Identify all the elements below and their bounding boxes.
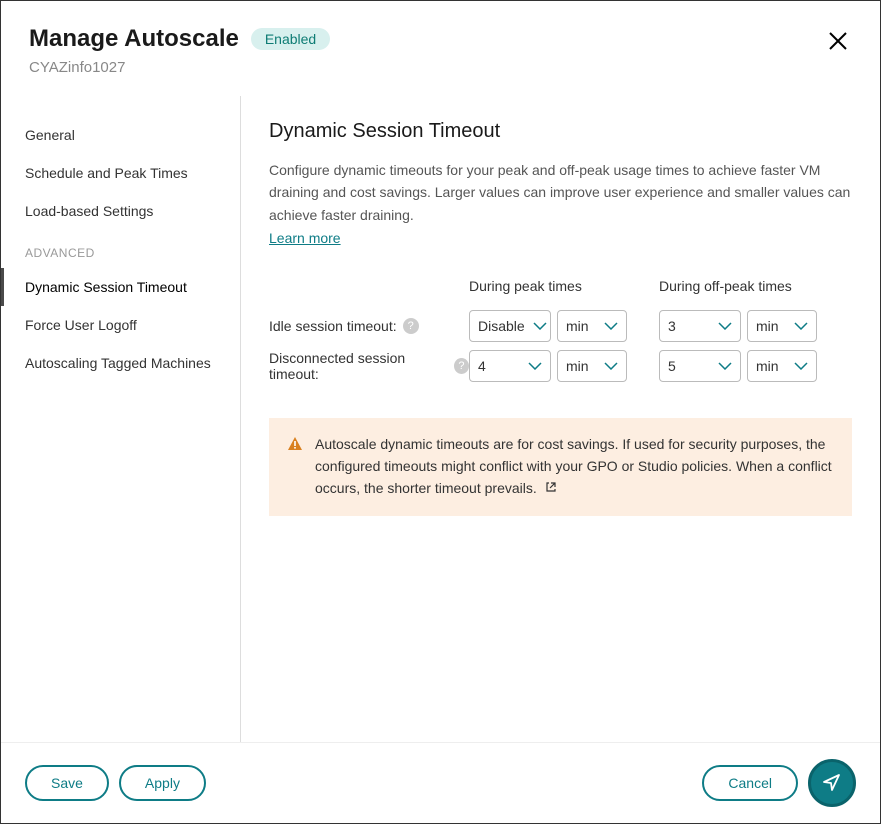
warning-alert: Autoscale dynamic timeouts are for cost …: [269, 418, 852, 516]
help-icon[interactable]: ?: [403, 318, 419, 334]
subtitle: CYAZinfo1027: [29, 59, 330, 76]
alert-text: Autoscale dynamic timeouts are for cost …: [315, 436, 832, 495]
disconnected-label-text: Disconnected session timeout:: [269, 350, 448, 382]
section-title: Dynamic Session Timeout: [269, 120, 852, 143]
disconnected-offpeak-unit-select[interactable]: min: [747, 350, 817, 382]
disconnected-offpeak-unit: min: [756, 358, 779, 374]
content-area: Dynamic Session Timeout Configure dynami…: [241, 96, 880, 742]
column-peak-header: During peak times: [469, 278, 659, 302]
disconnected-offpeak-value: 5: [668, 358, 676, 374]
cancel-button[interactable]: Cancel: [702, 765, 798, 801]
chevron-down-icon: [794, 322, 808, 330]
chevron-down-icon: [718, 322, 732, 330]
chevron-down-icon: [794, 362, 808, 370]
chevron-down-icon: [718, 362, 732, 370]
close-button[interactable]: [824, 25, 852, 59]
disconnected-offpeak-value-select[interactable]: 5: [659, 350, 741, 382]
navigation-icon: [821, 771, 843, 796]
close-icon: [828, 27, 848, 57]
idle-offpeak-value-select[interactable]: 3: [659, 310, 741, 342]
help-icon[interactable]: ?: [454, 358, 469, 374]
sidebar-item-schedule[interactable]: Schedule and Peak Times: [1, 154, 240, 192]
idle-label-text: Idle session timeout:: [269, 318, 397, 334]
learn-more-link[interactable]: Learn more: [269, 230, 341, 246]
idle-peak-unit-select[interactable]: min: [557, 310, 627, 342]
chevron-down-icon: [604, 362, 618, 370]
disconnected-peak-value-select[interactable]: 4: [469, 350, 551, 382]
apply-button[interactable]: Apply: [119, 765, 206, 801]
chevron-down-icon: [533, 322, 547, 330]
row-label-idle: Idle session timeout: ?: [269, 318, 469, 334]
sidebar-item-load[interactable]: Load-based Settings: [1, 192, 240, 230]
sidebar-section-advanced: ADVANCED: [1, 230, 240, 268]
sidebar-item-dynamic-timeout[interactable]: Dynamic Session Timeout: [1, 268, 240, 306]
fab-button[interactable]: [808, 759, 856, 807]
chevron-down-icon: [528, 362, 542, 370]
disconnected-peak-unit: min: [566, 358, 589, 374]
row-label-disconnected: Disconnected session timeout: ?: [269, 350, 469, 382]
sidebar-item-general[interactable]: General: [1, 116, 240, 154]
description: Configure dynamic timeouts for your peak…: [269, 159, 852, 226]
save-button[interactable]: Save: [25, 765, 109, 801]
external-link-icon[interactable]: [545, 478, 557, 500]
header: Manage Autoscale Enabled CYAZinfo1027: [1, 1, 880, 96]
sidebar-item-force-logoff[interactable]: Force User Logoff: [1, 306, 240, 344]
idle-peak-value: Disable: [478, 318, 525, 334]
idle-peak-value-select[interactable]: Disable: [469, 310, 551, 342]
footer: Save Apply Cancel: [1, 742, 880, 823]
idle-offpeak-value: 3: [668, 318, 676, 334]
column-offpeak-header: During off-peak times: [659, 278, 849, 302]
sidebar: General Schedule and Peak Times Load-bas…: [1, 96, 241, 742]
disconnected-peak-value: 4: [478, 358, 486, 374]
warning-icon: [287, 436, 303, 455]
status-badge: Enabled: [251, 28, 330, 50]
idle-peak-unit: min: [566, 318, 589, 334]
chevron-down-icon: [604, 322, 618, 330]
disconnected-peak-unit-select[interactable]: min: [557, 350, 627, 382]
idle-offpeak-unit-select[interactable]: min: [747, 310, 817, 342]
page-title: Manage Autoscale: [29, 25, 239, 53]
idle-offpeak-unit: min: [756, 318, 779, 334]
sidebar-item-autoscaling-tagged[interactable]: Autoscaling Tagged Machines: [1, 344, 240, 382]
